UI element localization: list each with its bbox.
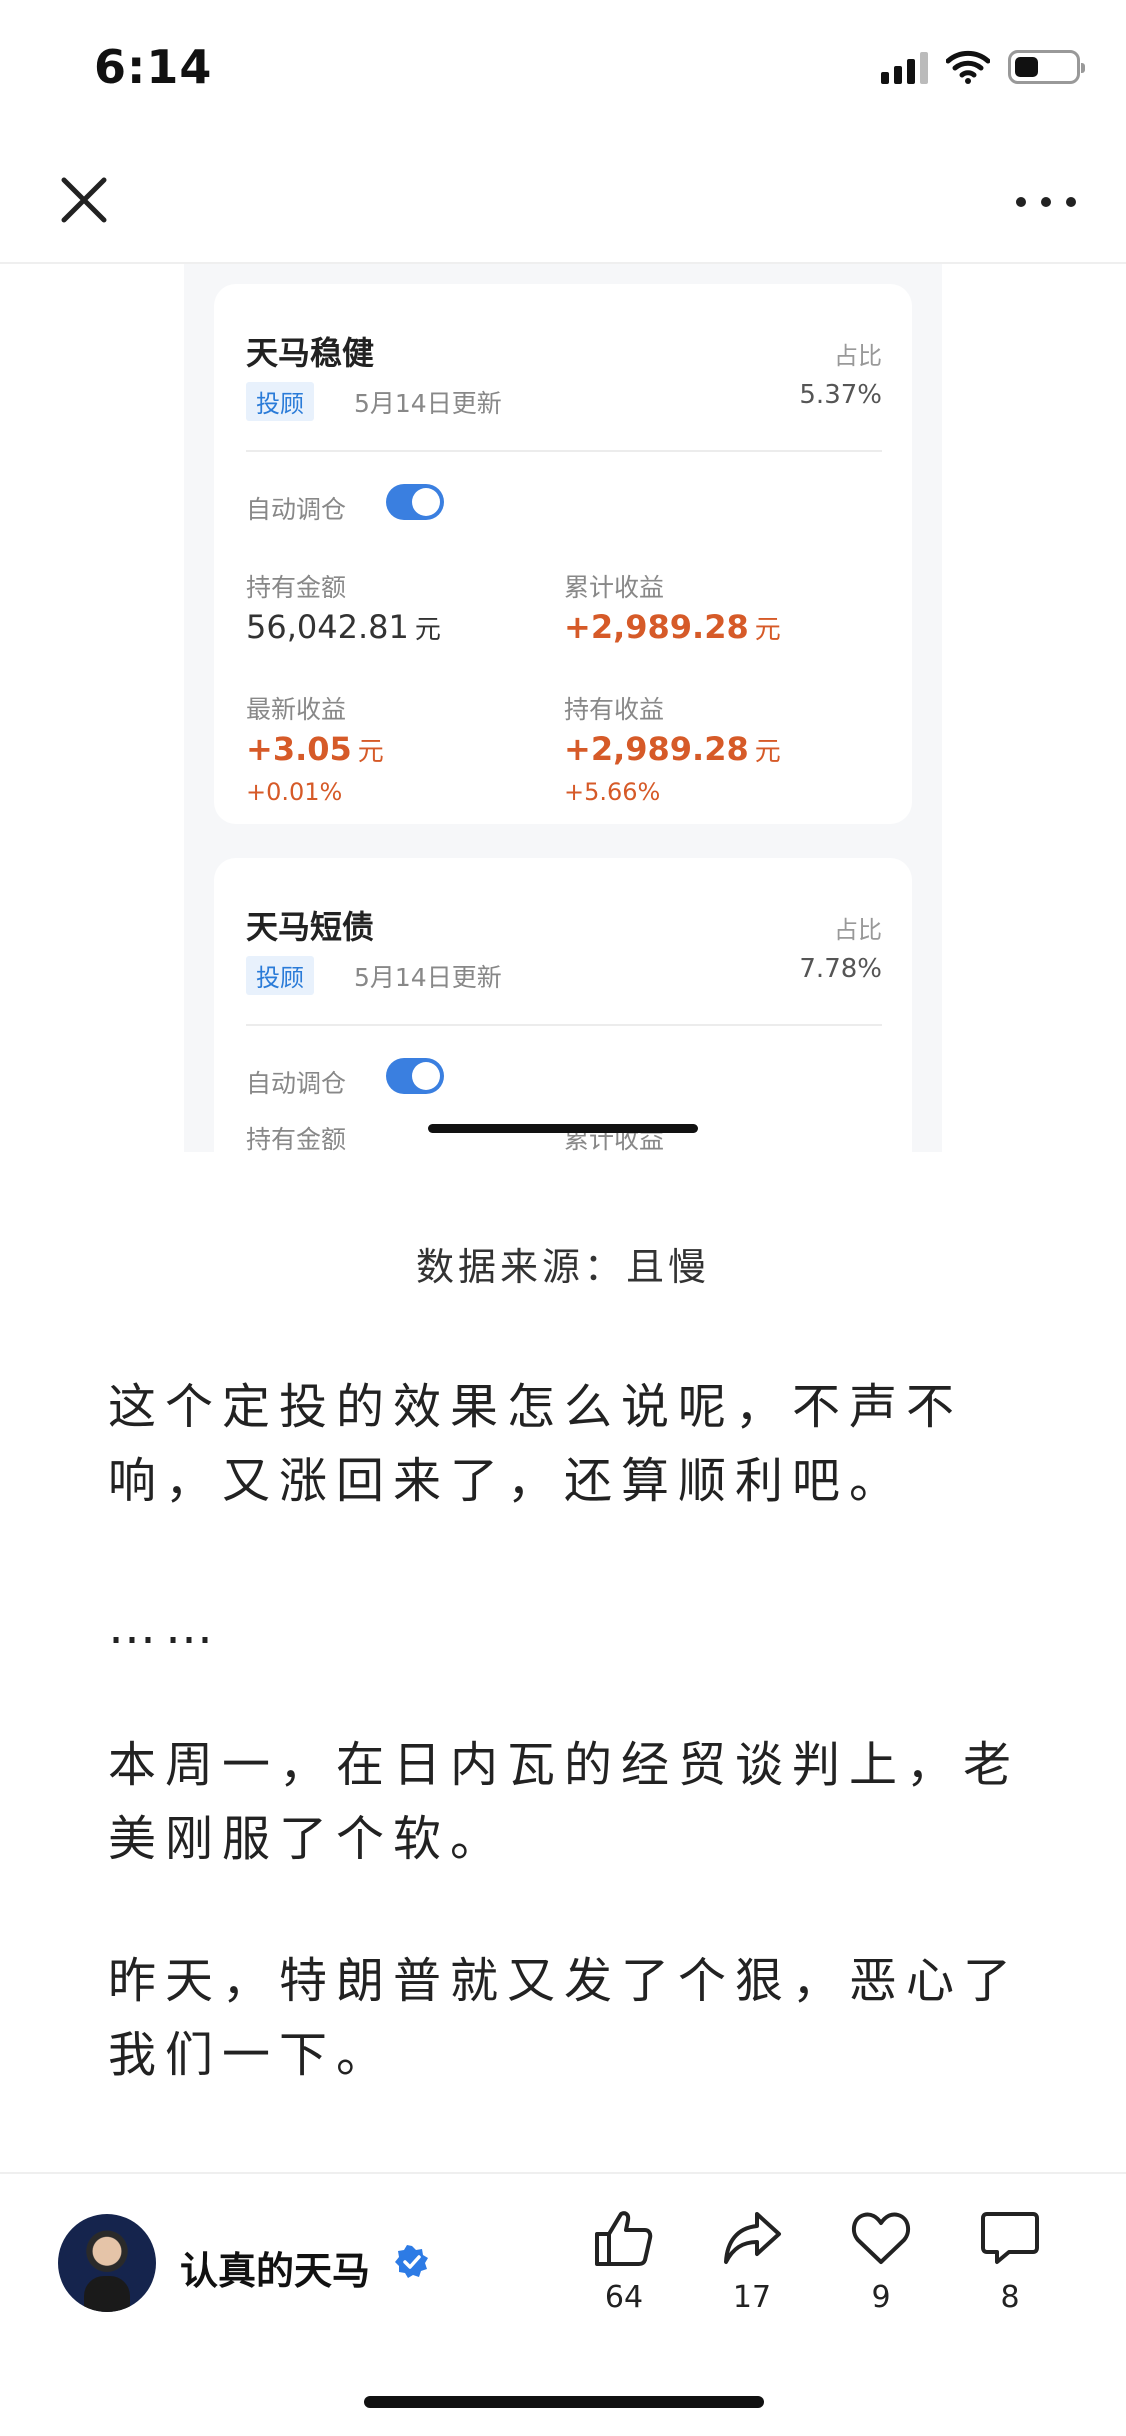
status-time: 6:14 — [94, 40, 213, 94]
toggle-knob — [412, 1062, 440, 1090]
more-icon-dot — [1041, 197, 1051, 207]
close-icon — [61, 177, 107, 223]
article-paragraph: 本周一，在日内瓦的经贸谈判上，老美刚服了个软。 — [108, 1737, 1021, 1867]
status-bar: 6:14 — [0, 0, 1126, 140]
auto-rebalance-label: 自动调仓 — [246, 1069, 347, 1098]
cumulative-amount: +2,989.28 — [564, 608, 749, 646]
hold-profit-percent: +5.66% — [564, 778, 661, 806]
holding-label: 持有金额 — [246, 573, 347, 602]
comment-icon — [981, 2212, 1039, 2264]
auto-rebalance-toggle — [386, 1058, 444, 1094]
portfolio-card: 天马短债 投顾 5月14日更新 占比 7.78% 自动调仓 持有金额 累计收益 — [214, 858, 912, 1152]
updated-date: 5月14日更新 — [354, 963, 502, 992]
advisor-tag: 投顾 — [246, 956, 314, 995]
battery-fill — [1015, 57, 1038, 77]
divider — [246, 1024, 882, 1026]
heart-icon — [851, 2212, 911, 2264]
more-button[interactable] — [1016, 184, 1076, 220]
holding-label: 持有金额 — [246, 1125, 347, 1152]
unit: 元 — [754, 615, 781, 645]
favorite-button[interactable]: 9 — [841, 2208, 921, 2315]
favorite-count: 9 — [871, 2280, 891, 2315]
auto-rebalance-label: 自动调仓 — [246, 495, 347, 524]
holding-amount: 56,042.81 — [246, 608, 409, 646]
auto-rebalance-toggle — [386, 484, 444, 520]
close-button[interactable] — [54, 170, 114, 230]
latest-amount: +3.05 — [246, 730, 352, 768]
nav-bar — [0, 140, 1126, 264]
ratio-value: 5.37% — [799, 380, 882, 410]
author-name[interactable]: 认真的天马 — [180, 2240, 370, 2295]
cumulative-value: +2,989.28 元 — [564, 608, 781, 646]
hold-profit-label: 持有收益 — [564, 695, 665, 724]
comment-count: 8 — [1000, 2280, 1020, 2315]
signal-icon — [881, 50, 928, 84]
battery-icon — [1008, 50, 1085, 84]
home-indicator — [364, 2396, 764, 2408]
toggle-knob — [412, 488, 440, 516]
ratio-label: 占比 — [834, 916, 882, 944]
unit: 元 — [754, 737, 781, 767]
more-icon-dot — [1066, 197, 1076, 207]
more-icon — [1016, 197, 1026, 207]
divider — [246, 450, 882, 452]
embedded-home-indicator — [428, 1124, 698, 1133]
article-paragraph: …… — [108, 1599, 222, 1655]
share-icon — [724, 2212, 781, 2264]
article-page: 6:14 天马稳健 投顾 5月14日更新 占比 5.37% 自动调仓 持有金额 … — [0, 0, 1126, 2436]
advisor-tag: 投顾 — [246, 382, 314, 421]
share-button[interactable]: 17 — [712, 2208, 792, 2315]
unit: 元 — [414, 615, 441, 645]
portfolio-card: 天马稳健 投顾 5月14日更新 占比 5.37% 自动调仓 持有金额 56,04… — [214, 284, 912, 824]
wifi-icon — [946, 50, 990, 84]
card-title: 天马短债 — [246, 908, 375, 946]
author-avatar[interactable] — [58, 2214, 156, 2312]
like-count: 64 — [604, 2280, 644, 2315]
like-icon — [595, 2211, 653, 2266]
embedded-screenshot: 天马稳健 投顾 5月14日更新 占比 5.37% 自动调仓 持有金额 56,04… — [184, 264, 942, 1152]
like-button[interactable]: 64 — [584, 2208, 664, 2315]
article-paragraph: 昨天，特朗普就又发了个狠，恶心了我们一下。 — [108, 1953, 1021, 2083]
updated-date: 5月14日更新 — [354, 389, 502, 418]
cumulative-label: 累计收益 — [564, 573, 665, 602]
ratio-value: 7.78% — [799, 954, 882, 984]
latest-percent: +0.01% — [246, 778, 343, 806]
holding-value: 56,042.81 元 — [246, 608, 441, 646]
verified-badge-icon — [395, 2245, 428, 2278]
share-count: 17 — [732, 2280, 772, 2315]
comment-button[interactable]: 8 — [970, 2208, 1050, 2315]
latest-label: 最新收益 — [246, 695, 347, 724]
hold-profit-value: +2,989.28 元 — [564, 730, 781, 768]
status-icons — [881, 50, 1085, 84]
article-paragraph: 这个定投的效果怎么说呢，不声不响，又涨回来了，还算顺利吧。 — [108, 1379, 964, 1509]
card-title: 天马稳健 — [246, 334, 375, 372]
latest-value: +3.05 元 — [246, 730, 384, 768]
data-source-caption: 数据来源：且慢 — [415, 1245, 710, 1289]
ratio-label: 占比 — [834, 342, 882, 370]
hold-profit-amount: +2,989.28 — [564, 730, 749, 768]
unit: 元 — [357, 737, 384, 767]
